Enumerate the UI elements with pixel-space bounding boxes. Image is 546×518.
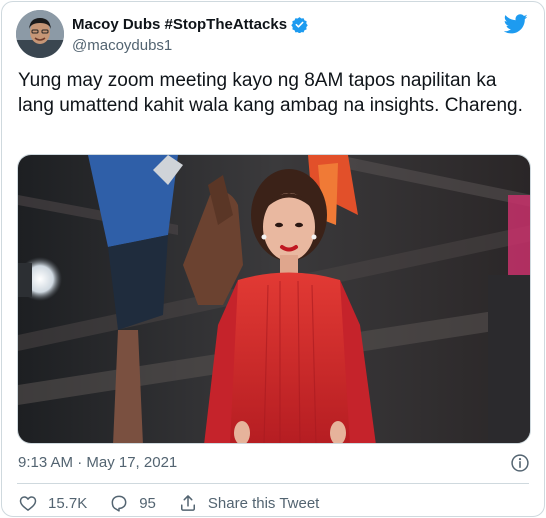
like-button[interactable]: 15.7K	[18, 493, 87, 513]
reply-bubble-icon	[111, 495, 127, 512]
author-handle[interactable]: @macoydubs1	[72, 37, 172, 54]
like-count: 15.7K	[48, 494, 88, 512]
share-label: Share this Tweet	[207, 494, 320, 512]
tweet-media-image[interactable]	[17, 154, 531, 444]
author-avatar[interactable]	[16, 10, 64, 58]
author-name-row[interactable]: Macoy Dubs #StopTheAttacks	[72, 16, 308, 33]
divider	[17, 483, 529, 484]
share-upload-icon	[180, 495, 195, 511]
reply-count: 95	[139, 494, 156, 512]
share-button[interactable]: Share this Tweet	[178, 493, 319, 513]
tweet-actions: 15.7K 95 Share this Tweet	[18, 493, 319, 513]
author-display-name[interactable]: Macoy Dubs #StopTheAttacks	[72, 16, 287, 33]
tweet-card[interactable]: Macoy Dubs #StopTheAttacks @macoydubs1 Y…	[1, 1, 545, 517]
reply-button[interactable]: 95	[109, 493, 156, 513]
tweet-text: Yung may zoom meeting kayo ng 8AM tapos …	[18, 70, 523, 116]
avatar-image	[16, 10, 64, 58]
tweet-timestamp[interactable]: 9:13 AM · May 17, 2021	[18, 454, 177, 471]
twitter-bird-icon[interactable]	[504, 12, 528, 36]
heart-icon	[19, 496, 37, 511]
verified-badge-icon	[291, 17, 308, 33]
info-icon[interactable]	[510, 453, 530, 473]
media-photo	[18, 155, 530, 443]
